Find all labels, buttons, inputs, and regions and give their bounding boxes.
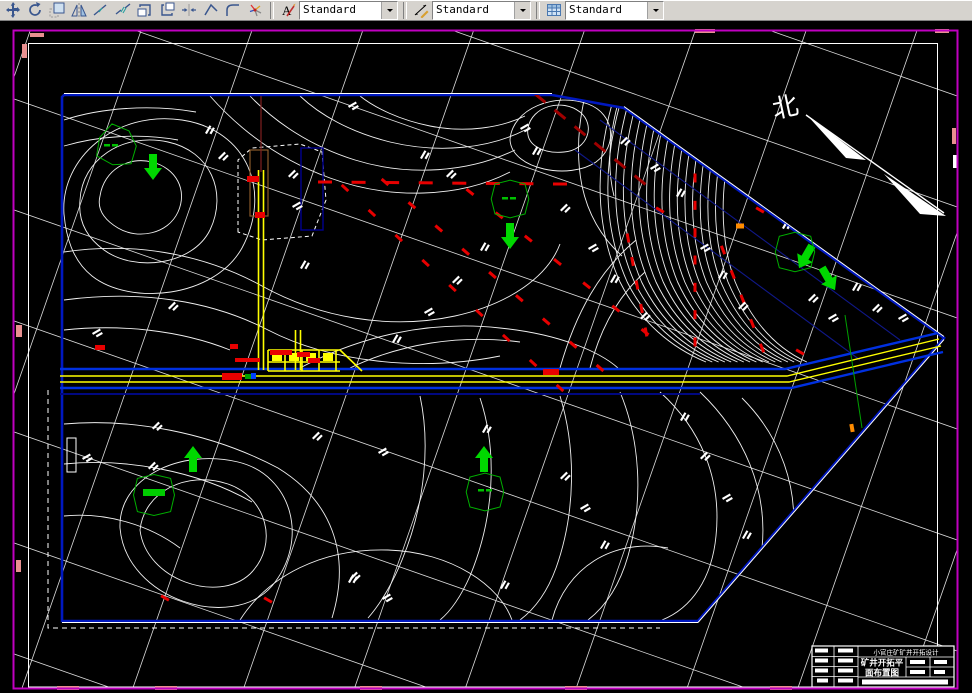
- break-at-point-icon: [93, 2, 109, 18]
- table-style-icon: [546, 2, 562, 18]
- chevron-down-icon[interactable]: [647, 1, 663, 19]
- explode-icon: [247, 2, 263, 18]
- fillet-icon: [225, 2, 241, 18]
- north-arrow: 北: [769, 90, 946, 216]
- scale-button[interactable]: [46, 1, 68, 20]
- chamfer-icon: [203, 2, 219, 18]
- drawing-title-line2: 面布置图: [865, 668, 899, 678]
- coordinate-grid: [14, 31, 957, 688]
- text-style-button[interactable]: A: [277, 1, 299, 20]
- shaft-industrial-site: [66, 96, 363, 473]
- mine-boundary: [47, 93, 946, 629]
- move-icon: [5, 2, 21, 18]
- text-style-icon: A: [280, 2, 296, 18]
- chevron-down-icon[interactable]: [381, 1, 397, 19]
- explode-button[interactable]: [244, 1, 266, 20]
- map-drawing: 北 小官庄矿矿井开拓设计 矿井开拓平 面布置图: [12, 29, 959, 690]
- geology-symbols: [96, 123, 863, 517]
- scale-icon: [49, 2, 65, 18]
- elevation-labels: [82, 101, 909, 603]
- dimension-style-combobox[interactable]: Standard: [432, 0, 531, 20]
- toolbar-separator: [403, 1, 407, 19]
- rotate-button[interactable]: [24, 1, 46, 20]
- text-style-combobox[interactable]: Standard: [299, 0, 398, 20]
- toolbar-separator: [270, 1, 274, 19]
- break-at-point-button[interactable]: [90, 1, 112, 20]
- contour-lines: [63, 95, 941, 621]
- toolbar: A Standard Standard Standard: [0, 0, 972, 21]
- dimension-style-value: Standard: [436, 2, 489, 16]
- table-style-value: Standard: [569, 2, 622, 16]
- toolbar-separator: [536, 1, 540, 19]
- rectangle-edit-icon: [137, 2, 153, 18]
- styles-toolbar: A Standard Standard Standard: [267, 0, 666, 20]
- roadway-marker: [245, 374, 251, 379]
- move-button[interactable]: [2, 1, 24, 20]
- trim-button[interactable]: [178, 1, 200, 20]
- viewport-border: [12, 29, 959, 690]
- break-icon: [115, 2, 131, 18]
- title-block: 小官庄矿矿井开拓设计 矿井开拓平 面布置图: [811, 645, 955, 688]
- rectangle-edit-button[interactable]: [134, 1, 156, 20]
- roadway-marker: [222, 373, 242, 380]
- north-label: 北: [769, 90, 801, 125]
- table-style-combobox[interactable]: Standard: [565, 0, 664, 20]
- project-title: 小官庄矿矿井开拓设计: [874, 648, 940, 657]
- chamfer-button[interactable]: [200, 1, 222, 20]
- table-style-button[interactable]: [543, 1, 565, 20]
- rectangle-array-icon: [159, 2, 175, 18]
- drawing-title-line1: 矿井开拓平: [861, 658, 904, 668]
- mirror-icon: [71, 2, 87, 18]
- trim-icon: [181, 2, 197, 18]
- main-roadway: [60, 331, 944, 395]
- roadway-marker: [251, 373, 256, 379]
- dimension-style-button[interactable]: [410, 1, 432, 20]
- fillet-button[interactable]: [222, 1, 244, 20]
- dimension-style-icon: [413, 2, 429, 18]
- rectangle-array-button[interactable]: [156, 1, 178, 20]
- modify-toolbar: [2, 1, 266, 20]
- text-style-value: Standard: [303, 2, 356, 16]
- chevron-down-icon[interactable]: [514, 1, 530, 19]
- mirror-button[interactable]: [68, 1, 90, 20]
- plot-margin-ticks: [16, 29, 956, 690]
- break-button[interactable]: [112, 1, 134, 20]
- drawing-canvas[interactable]: 北 小官庄矿矿井开拓设计 矿井开拓平 面布置图: [0, 22, 972, 693]
- rotate-icon: [27, 2, 43, 18]
- roadway-marker: [543, 369, 559, 375]
- cad-application-window: A Standard Standard Standard 北 小官庄矿矿井开拓设…: [0, 0, 972, 693]
- section-lines: [574, 104, 936, 361]
